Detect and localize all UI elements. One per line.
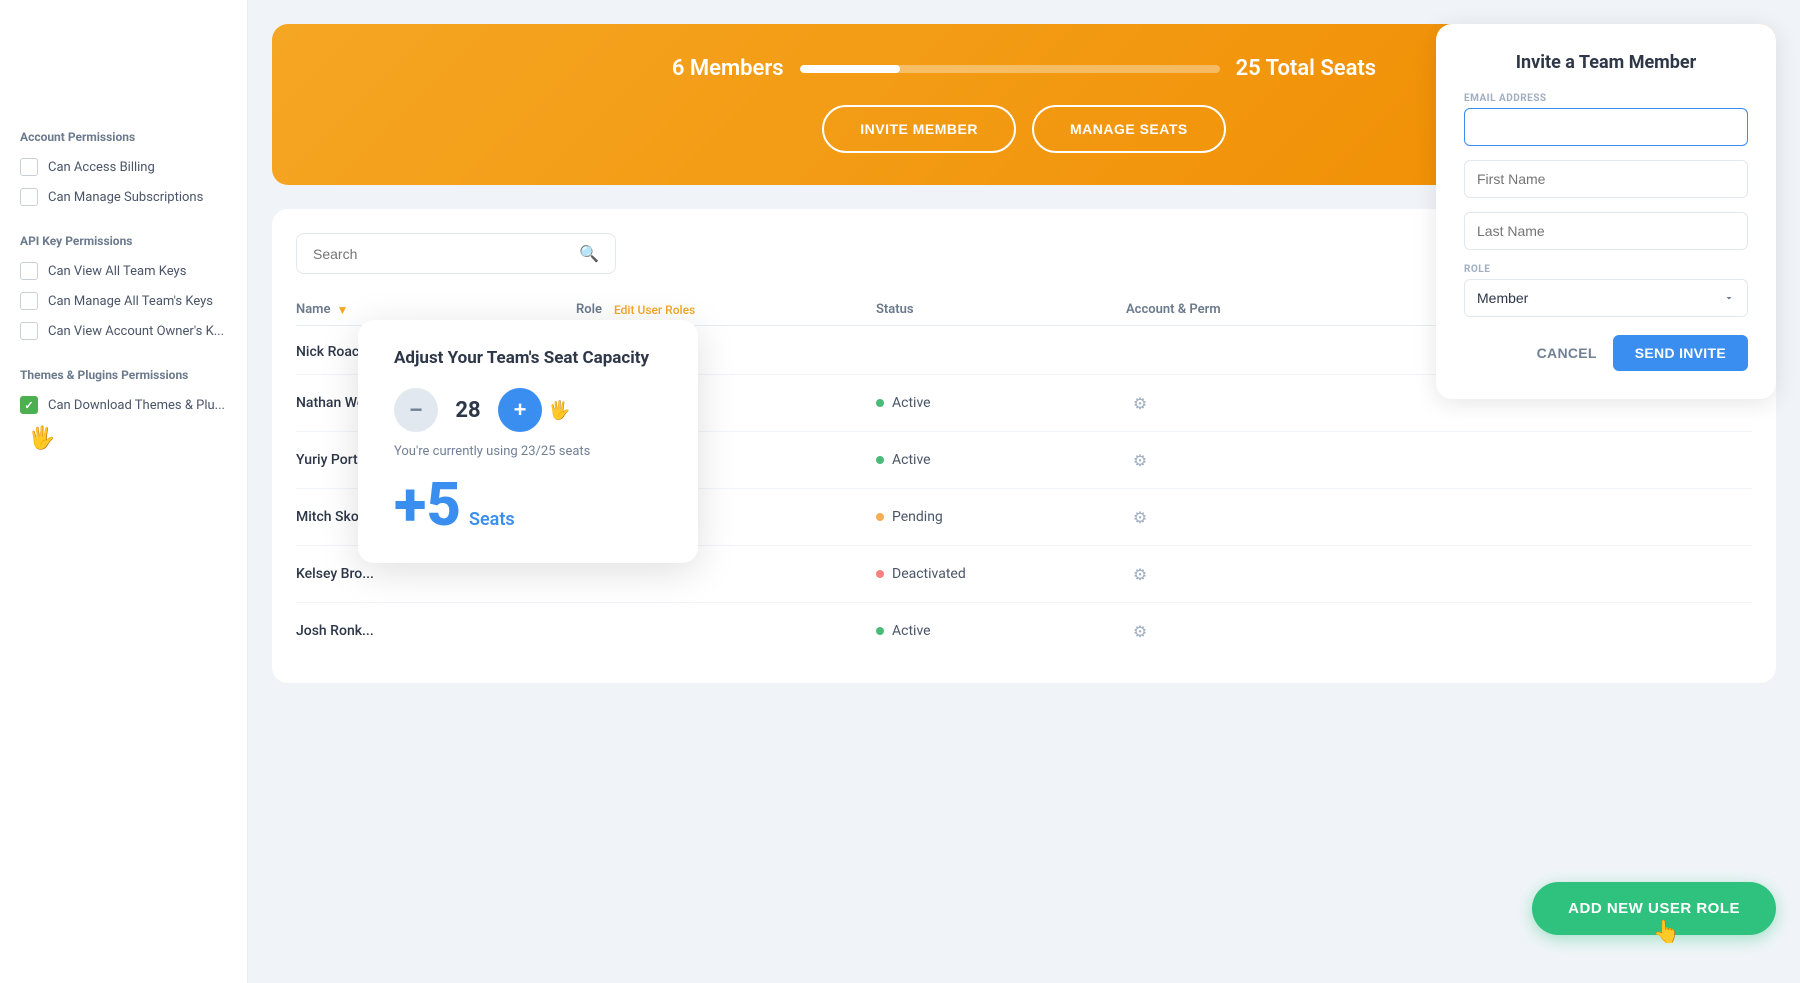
sort-arrow-icon: ▼	[336, 303, 348, 317]
settings-icon[interactable]: ⚙	[1126, 446, 1154, 474]
first-name-field-group	[1464, 160, 1748, 198]
row-status: Active	[876, 395, 1126, 411]
status-dot-icon	[876, 627, 884, 635]
col-status: Status	[876, 302, 1126, 317]
invite-panel-title: Invite a Team Member	[1464, 52, 1748, 73]
col-role: Role Edit User Roles	[576, 302, 876, 317]
col-name: Name ▼	[296, 302, 576, 317]
first-name-input[interactable]	[1464, 160, 1748, 198]
sidebar-item-billing[interactable]: Can Access Billing	[20, 158, 227, 176]
status-dot-icon	[876, 570, 884, 578]
row-name: Kelsey Bro...	[296, 566, 576, 582]
subscriptions-checkbox[interactable]	[20, 188, 38, 206]
manage-keys-checkbox[interactable]	[20, 292, 38, 310]
table-row: Josh Ronk... Active ⚙	[296, 603, 1752, 659]
decrease-seats-button[interactable]: −	[394, 388, 438, 432]
search-icon: 🔍	[579, 244, 599, 263]
progress-bar-fill	[800, 65, 901, 73]
sidebar-item-manage-keys[interactable]: Can Manage All Team's Keys	[20, 292, 227, 310]
row-status: Pending	[876, 509, 1126, 525]
settings-icon[interactable]: ⚙	[1126, 503, 1154, 531]
themes-label: Can Download Themes & Plu...	[48, 398, 225, 413]
seats-value: 28	[438, 398, 498, 423]
invite-member-button[interactable]: INVITE MEMBER	[822, 105, 1016, 153]
invite-actions: CANCEL SEND INVITE	[1464, 335, 1748, 371]
search-input[interactable]	[313, 246, 569, 262]
last-name-input[interactable]	[1464, 212, 1748, 250]
sidebar-item-subscriptions[interactable]: Can Manage Subscriptions	[20, 188, 227, 206]
owner-keys-checkbox[interactable]	[20, 322, 38, 340]
send-invite-button[interactable]: SEND INVITE	[1613, 335, 1748, 371]
email-label: EMAIL ADDRESS	[1464, 93, 1748, 104]
row-actions[interactable]: ⚙	[1126, 560, 1752, 588]
cursor-hand-icon: 🖐	[548, 400, 570, 421]
billing-label: Can Access Billing	[48, 160, 155, 175]
themes-plugins-title: Themes & Plugins Permissions	[20, 368, 227, 382]
members-count: 6 Members	[672, 56, 784, 81]
row-actions[interactable]: ⚙	[1126, 446, 1752, 474]
role-label: ROLE	[1464, 264, 1748, 275]
last-name-field-group	[1464, 212, 1748, 250]
cancel-button[interactable]: CANCEL	[1533, 335, 1601, 371]
billing-checkbox[interactable]	[20, 158, 38, 176]
view-keys-label: Can View All Team Keys	[48, 264, 186, 279]
themes-checkbox[interactable]	[20, 396, 38, 414]
seat-delta-display: +5 Seats	[394, 475, 662, 535]
view-keys-checkbox[interactable]	[20, 262, 38, 280]
cursor-hand-icon: 🖐	[28, 426, 227, 451]
role-field-group: ROLE Member Admin Owner	[1464, 264, 1748, 317]
settings-icon[interactable]: ⚙	[1126, 617, 1154, 645]
popup-title: Adjust Your Team's Seat Capacity	[394, 348, 662, 368]
seat-capacity-popup: Adjust Your Team's Seat Capacity − 28 + …	[358, 320, 698, 563]
account-permissions-title: Account Permissions	[20, 130, 227, 144]
seat-stepper: − 28 + 🖐	[394, 388, 662, 432]
manage-keys-label: Can Manage All Team's Keys	[48, 294, 213, 309]
sidebar-item-themes[interactable]: Can Download Themes & Plu...	[20, 396, 227, 414]
row-actions[interactable]: ⚙	[1126, 617, 1752, 645]
cursor-pointer-icon: 👆	[1653, 920, 1680, 945]
settings-icon[interactable]: ⚙	[1126, 389, 1154, 417]
owner-keys-label: Can View Account Owner's K...	[48, 324, 224, 339]
row-status: Deactivated	[876, 566, 1126, 582]
status-dot-icon	[876, 456, 884, 464]
status-dot-icon	[876, 399, 884, 407]
invite-panel: Invite a Team Member EMAIL ADDRESS ROLE …	[1436, 24, 1776, 399]
api-key-permissions-title: API Key Permissions	[20, 234, 227, 248]
seat-delta-label: Seats	[469, 509, 515, 530]
manage-seats-button[interactable]: MANAGE SEATS	[1032, 105, 1226, 153]
sidebar-item-owner-keys[interactable]: Can View Account Owner's K...	[20, 322, 227, 340]
subscriptions-label: Can Manage Subscriptions	[48, 190, 203, 205]
seat-delta-value: +5	[394, 475, 461, 535]
main-content: 6 Members 25 Total Seats INVITE MEMBER M…	[248, 0, 1800, 983]
email-input[interactable]	[1464, 108, 1748, 146]
seat-usage-text: You're currently using 23/25 seats	[394, 444, 662, 459]
sidebar-item-view-keys[interactable]: Can View All Team Keys	[20, 262, 227, 280]
increase-seats-button[interactable]: +	[498, 388, 542, 432]
banner-buttons: INVITE MEMBER MANAGE SEATS	[822, 105, 1225, 153]
row-actions[interactable]: ⚙	[1126, 503, 1752, 531]
status-dot-icon	[876, 513, 884, 521]
role-select[interactable]: Member Admin Owner	[1464, 279, 1748, 317]
search-bar[interactable]: 🔍	[296, 233, 616, 274]
row-status: Active	[876, 623, 1126, 639]
sidebar: Account Permissions Can Access Billing C…	[0, 0, 248, 983]
row-status: Active	[876, 452, 1126, 468]
row-name: Josh Ronk...	[296, 623, 576, 639]
seats-progress-bar	[800, 65, 1220, 73]
total-seats: 25 Total Seats	[1236, 56, 1377, 81]
edit-roles-link[interactable]: Edit User Roles	[614, 303, 695, 317]
email-field-group: EMAIL ADDRESS	[1464, 93, 1748, 146]
settings-icon[interactable]: ⚙	[1126, 560, 1154, 588]
